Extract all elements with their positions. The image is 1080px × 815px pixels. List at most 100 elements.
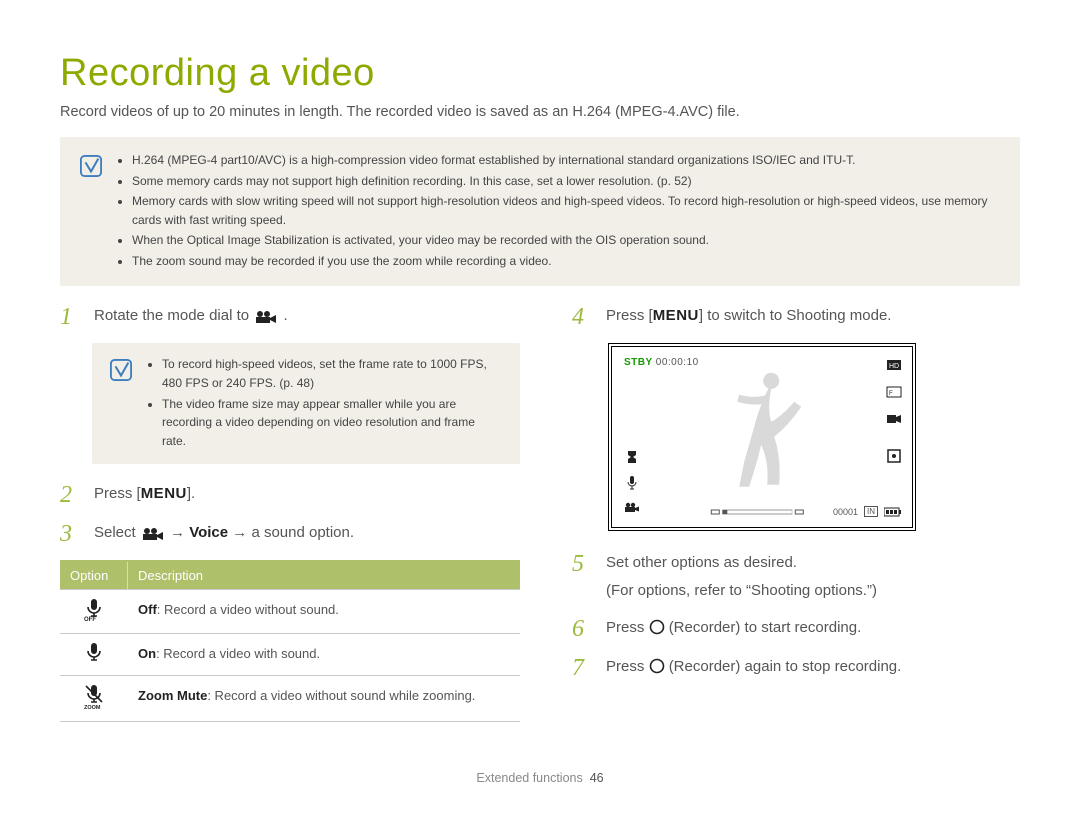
zoom-bar [710, 507, 804, 517]
table-col-option: Option [60, 562, 128, 589]
svg-text:F: F [889, 391, 893, 397]
step-number: 4 [572, 305, 592, 329]
video-icon [886, 411, 902, 427]
step-7: 7 Press (Recorder) again to stop recordi… [572, 655, 1032, 680]
elapsed-time: 00:00:10 [656, 357, 699, 368]
top-note-item: When the Optical Image Stabilization is … [132, 231, 1000, 250]
step-text: Set other options as desired. [606, 554, 797, 571]
preview-right-icons: HD F [886, 357, 902, 464]
step-2: 2 Press [MENU]. [60, 482, 520, 507]
note-item: The video frame size may appear smaller … [162, 395, 502, 451]
step-number: 5 [572, 552, 592, 602]
option-desc: Off: Record a video without sound. [128, 590, 520, 633]
table-col-description: Description [128, 562, 520, 589]
battery-icon [884, 507, 902, 517]
step-number: 3 [60, 522, 80, 546]
quality-icon: HD [886, 357, 902, 373]
step-text: Press [606, 619, 649, 636]
step-text: Press [ [606, 307, 653, 324]
option-icon-cell: OFF [60, 590, 128, 633]
voice-label: Voice [189, 524, 228, 541]
in-badge: IN [864, 506, 878, 517]
mic-zoom-mute-icon: ZOOM [84, 684, 104, 710]
top-note-box: H.264 (MPEG-4 part10/AVC) is a high-comp… [60, 137, 1020, 287]
lcd-preview: STBY 00:00:10 HD F [608, 343, 916, 531]
step-body: Press [MENU]. [94, 482, 195, 507]
step-number: 7 [572, 656, 592, 680]
step-body: Press (Recorder) to start recording. [606, 616, 861, 641]
menu-key-label: MENU [653, 304, 699, 327]
stby-indicator: STBY 00:00:10 [624, 357, 699, 368]
svg-text:ZOOM: ZOOM [84, 705, 101, 710]
top-note-item: H.264 (MPEG-4 part10/AVC) is a high-comp… [132, 151, 1000, 170]
footer-section: Extended functions [476, 771, 582, 785]
table-row: On: Record a video with sound. [60, 633, 520, 675]
table-row: ZOOM Zoom Mute: Record a video without s… [60, 675, 520, 721]
step-4: 4 Press [MENU] to switch to Shooting mod… [572, 304, 1032, 329]
intro-text: Record videos of up to 20 minutes in len… [60, 102, 1020, 123]
dancer-silhouette-icon [709, 367, 819, 497]
preview-left-icons [624, 449, 640, 517]
step-text: Press [606, 658, 649, 675]
step-body: Press [MENU] to switch to Shooting mode. [606, 304, 891, 329]
ois-icon [624, 449, 640, 465]
step-6: 6 Press (Recorder) to start recording. [572, 616, 1032, 641]
top-note-item: Memory cards with slow writing speed wil… [132, 192, 1000, 229]
mic-on-icon [84, 642, 104, 664]
fps-icon: F [886, 384, 902, 400]
note-icon [80, 155, 102, 177]
page-title: Recording a video [60, 54, 1020, 94]
svg-text:OFF: OFF [84, 617, 96, 622]
video-mode-icon [142, 527, 164, 541]
step-number: 6 [572, 617, 592, 641]
step-text: Rotate the mode dial to [94, 307, 253, 324]
step-text: Press [ [94, 485, 141, 502]
mic-off-icon: OFF [84, 598, 104, 622]
step1-note-box: To record high-speed videos, set the fra… [92, 343, 520, 464]
page-footer: Extended functions 46 [0, 771, 1080, 785]
step-text: ] to switch to Shooting mode. [699, 307, 892, 324]
preview-bottom-status: 00001 IN [833, 506, 902, 517]
table-header: Option Description [60, 562, 520, 589]
top-note-list: H.264 (MPEG-4 part10/AVC) is a high-comp… [116, 151, 1000, 273]
page-number: 46 [590, 771, 604, 785]
step-text: . [283, 307, 287, 324]
svg-text:HD: HD [889, 363, 899, 370]
step-body: Set other options as desired. (For optio… [606, 551, 877, 602]
step-number: 2 [60, 483, 80, 507]
frame-counter: 00001 [833, 507, 858, 517]
top-note-item: The zoom sound may be recorded if you us… [132, 252, 1000, 271]
shutter-button-icon [649, 658, 665, 674]
metering-icon [886, 448, 902, 464]
menu-key-label: MENU [141, 482, 187, 505]
step-5: 5 Set other options as desired. (For opt… [572, 551, 1032, 602]
step-1: 1 Rotate the mode dial to . [60, 304, 520, 329]
camcorder-icon [624, 501, 640, 517]
sound-option-table: Option Description OFF Off: Record a vid… [60, 560, 520, 722]
arrow-icon: → [170, 524, 189, 541]
option-desc: Zoom Mute: Record a video without sound … [128, 676, 520, 721]
option-icon-cell [60, 634, 128, 675]
mic-icon [624, 475, 640, 491]
zoom-track-icon [722, 507, 792, 517]
step-body: Rotate the mode dial to . [94, 304, 288, 329]
zoom-wide-icon [710, 507, 720, 517]
left-column: 1 Rotate the mode dial to . [60, 304, 520, 722]
step-text: (Recorder) again to stop recording. [669, 658, 902, 675]
step-body: Select → Voice → a sound option. [94, 521, 354, 546]
step1-note-list: To record high-speed videos, set the fra… [146, 355, 502, 452]
video-mode-icon [255, 310, 277, 324]
step-text: Select [94, 524, 140, 541]
step-body: Press (Recorder) again to stop recording… [606, 655, 901, 680]
zoom-tele-icon [794, 507, 804, 517]
step-3: 3 Select → Voice → a sound option. [60, 521, 520, 546]
shutter-button-icon [649, 619, 665, 635]
step-text: a sound option. [251, 524, 354, 541]
right-column: 4 Press [MENU] to switch to Shooting mod… [572, 304, 1032, 722]
table-row: OFF Off: Record a video without sound. [60, 589, 520, 633]
note-icon [110, 359, 132, 381]
arrow-icon: → [232, 524, 251, 541]
step-text: (Recorder) to start recording. [669, 619, 862, 636]
step-text: ]. [187, 485, 195, 502]
step-text: (For options, refer to “Shooting options… [606, 579, 877, 602]
